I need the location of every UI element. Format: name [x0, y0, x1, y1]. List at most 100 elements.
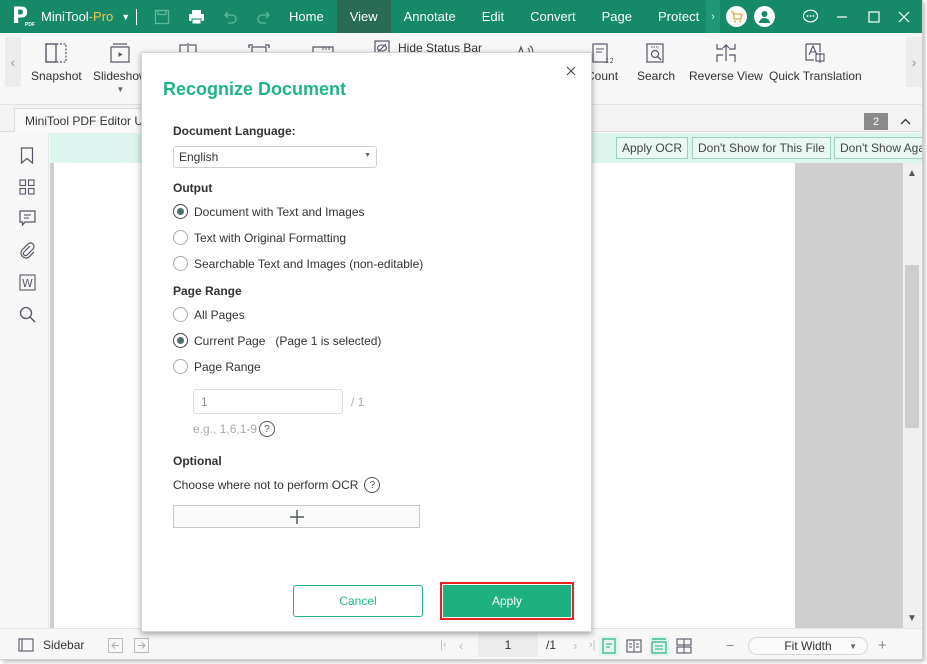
menu-protect[interactable]: Protect — [645, 0, 712, 33]
radio-unchecked[interactable] — [173, 256, 188, 271]
zoom-dropdown-icon: ▼ — [849, 641, 857, 651]
search-icon[interactable] — [17, 304, 37, 324]
add-exclusion-area-button[interactable] — [173, 505, 420, 528]
apply-ocr-button[interactable]: Apply OCR — [616, 137, 689, 159]
output-option-searchable[interactable]: Searchable Text and Images (non-editable… — [173, 256, 423, 271]
ribbon-scroll-right[interactable]: › — [906, 37, 922, 87]
bookmark-icon[interactable] — [17, 145, 37, 165]
word-export-icon[interactable]: W — [17, 272, 37, 292]
menu-home[interactable]: Home — [276, 0, 337, 33]
scroll-down-icon[interactable]: ▼ — [903, 610, 921, 626]
dont-show-for-file-button[interactable]: Don't Show for This File — [692, 137, 831, 159]
tab-count-badge[interactable]: 2 — [864, 113, 888, 130]
comments-icon[interactable] — [17, 208, 37, 228]
sidebar-toggle[interactable]: Sidebar — [18, 629, 84, 659]
slideshow-icon — [108, 41, 132, 65]
user-avatar-icon[interactable] — [754, 6, 775, 27]
ribbon-scroll-left[interactable]: ‹ — [5, 37, 21, 87]
attachment-icon[interactable] — [17, 240, 37, 260]
next-page-icon[interactable]: › — [573, 629, 577, 659]
page-range-current-page[interactable]: Current Page (Page 1 is selected) — [173, 333, 381, 348]
menu-convert[interactable]: Convert — [517, 0, 589, 33]
vertical-scrollbar[interactable]: ▲ ▼ — [903, 163, 921, 628]
menu-more-chevron-icon[interactable]: › — [706, 0, 720, 33]
slideshow-button[interactable]: Slideshow ▼ — [93, 41, 148, 94]
word-count-icon: 123 — [590, 41, 614, 65]
app-window: P PDF MiniTool-Pro ▼ Home View Annotate E… — [0, 0, 923, 660]
cancel-button[interactable]: Cancel — [293, 585, 423, 617]
continuous-view-icon[interactable] — [649, 636, 669, 656]
scrollbar-thumb[interactable] — [905, 265, 919, 428]
snapshot-button[interactable]: Snapshot — [31, 41, 82, 83]
forward-icon[interactable] — [134, 629, 149, 659]
apply-button[interactable]: Apply — [443, 585, 571, 617]
page-number-input[interactable]: 1 — [478, 633, 538, 657]
output-option-original-formatting[interactable]: Text with Original Formatting — [173, 230, 346, 245]
dont-show-again-button[interactable]: Don't Show Again — [834, 137, 922, 159]
radio-checked[interactable] — [173, 204, 188, 219]
quick-translation-button[interactable]: Quick Translation — [769, 41, 862, 83]
redo-icon[interactable] — [255, 8, 273, 26]
menu-page[interactable]: Page — [589, 0, 645, 33]
page-range-all-pages[interactable]: All Pages — [173, 307, 245, 322]
exclude-ocr-text: Choose where not to perform OCR ? — [173, 477, 381, 493]
back-icon[interactable] — [108, 629, 123, 659]
page-range-hint: e.g., 1,6,1-9 ? — [193, 421, 276, 437]
two-page-view-icon[interactable] — [624, 636, 644, 656]
prev-page-icon[interactable]: ‹ — [459, 629, 463, 659]
page-range-input[interactable]: 1 — [193, 389, 343, 414]
save-icon[interactable] — [153, 8, 171, 26]
scroll-up-icon[interactable]: ▲ — [903, 165, 921, 181]
maximize-icon[interactable] — [858, 0, 890, 33]
dialog-title: Recognize Document — [163, 79, 347, 99]
search-button[interactable]: Search — [637, 41, 675, 83]
menu-annotate[interactable]: Annotate — [391, 0, 469, 33]
divider — [136, 8, 138, 25]
total-pages: /1 — [546, 638, 557, 652]
zoom-select[interactable]: Fit Width ▼ — [748, 637, 868, 655]
app-menu-dropdown-icon[interactable]: ▼ — [121, 12, 130, 22]
page-range-total: / 1 — [351, 395, 365, 409]
menu-view[interactable]: View — [336, 0, 391, 33]
print-icon[interactable] — [187, 8, 205, 26]
slideshow-dropdown-icon[interactable]: ▼ — [116, 85, 124, 94]
search-doc-icon — [644, 41, 668, 65]
menu-edit[interactable]: Edit — [469, 0, 517, 33]
undo-icon[interactable] — [221, 8, 239, 26]
language-dropdown-icon: ▼ — [364, 152, 371, 159]
two-page-continuous-icon[interactable] — [674, 636, 694, 656]
last-page-icon[interactable]: ›| — [589, 629, 596, 659]
radio-checked[interactable] — [173, 333, 188, 348]
zoom-out-button[interactable]: − — [726, 629, 734, 659]
single-page-view-icon[interactable] — [599, 636, 619, 656]
page-range-custom[interactable]: Page Range — [173, 359, 261, 374]
dialog-close-icon[interactable] — [563, 63, 579, 79]
help-icon[interactable]: ? — [364, 477, 381, 493]
reverse-view-button[interactable]: Reverse View — [689, 41, 763, 83]
close-window-icon[interactable] — [888, 0, 920, 33]
app-name: MiniTool-Pro — [41, 9, 114, 24]
translate-icon — [803, 41, 827, 65]
output-option-text-images[interactable]: Document with Text and Images — [173, 204, 365, 219]
radio-unchecked[interactable] — [173, 230, 188, 245]
svg-text:W: W — [22, 277, 33, 290]
thumbnails-icon[interactable] — [17, 177, 37, 197]
collapse-chevron-icon[interactable] — [897, 113, 913, 129]
status-bar: Sidebar |‹ ‹ 1 /1 › ›| − Fit Width ▼ + — [0, 628, 922, 659]
main-menu: Home View Annotate Edit Convert Page Pro… — [276, 0, 712, 33]
help-icon[interactable]: ? — [259, 421, 276, 437]
page-range-label: Page Range — [173, 284, 242, 298]
radio-unchecked[interactable] — [173, 359, 188, 374]
first-page-icon[interactable]: |‹ — [440, 629, 447, 659]
feedback-icon[interactable] — [794, 0, 826, 33]
left-sidebar: W — [5, 133, 49, 628]
svg-text:123: 123 — [605, 57, 613, 64]
radio-unchecked[interactable] — [173, 307, 188, 322]
cart-icon[interactable] — [726, 6, 747, 27]
minimize-icon[interactable] — [826, 0, 858, 33]
sidebar-icon — [18, 638, 34, 652]
zoom-in-button[interactable]: + — [878, 629, 887, 659]
document-tab[interactable]: MiniTool PDF Editor User — [14, 108, 144, 132]
language-select[interactable]: English ▼ — [173, 146, 377, 168]
snapshot-icon — [44, 41, 68, 65]
